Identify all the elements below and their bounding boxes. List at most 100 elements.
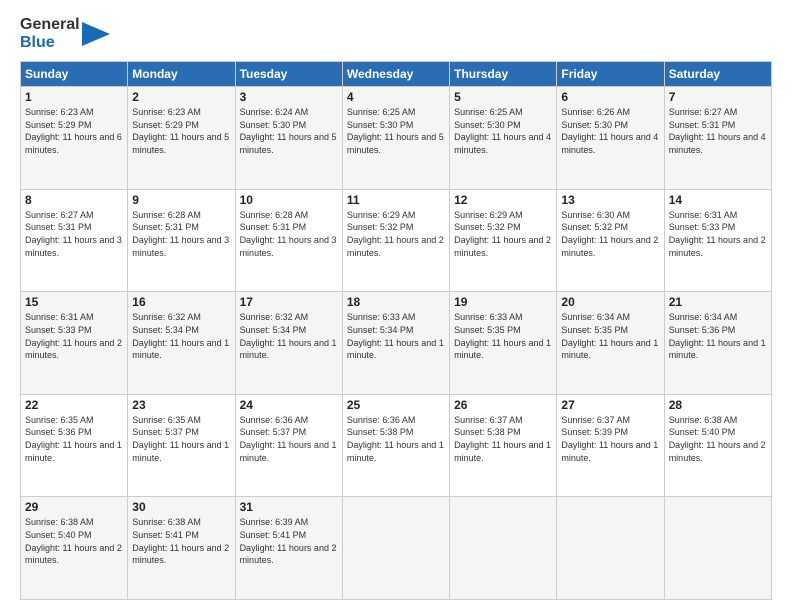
cell-content: Sunrise: 6:26 AM Sunset: 5:30 PM Dayligh… [561,106,659,156]
sunset-label: Sunset: 5:30 PM [240,120,307,130]
col-header-saturday: Saturday [664,62,771,87]
cell-content: Sunrise: 6:38 AM Sunset: 5:41 PM Dayligh… [132,516,230,566]
sunset-label: Sunset: 5:33 PM [669,222,736,232]
day-number: 11 [347,193,445,207]
cell-content: Sunrise: 6:32 AM Sunset: 5:34 PM Dayligh… [240,311,338,361]
calendar-cell: 1 Sunrise: 6:23 AM Sunset: 5:29 PM Dayli… [21,87,128,190]
day-number: 7 [669,90,767,104]
day-number: 14 [669,193,767,207]
header: General Blue [20,16,772,51]
sunset-label: Sunset: 5:36 PM [25,427,92,437]
day-number: 16 [132,295,230,309]
sunrise-label: Sunrise: 6:36 AM [240,415,309,425]
daylight-label: Daylight: 11 hours and 2 minutes. [25,338,122,361]
cell-content: Sunrise: 6:23 AM Sunset: 5:29 PM Dayligh… [25,106,123,156]
calendar-cell: 4 Sunrise: 6:25 AM Sunset: 5:30 PM Dayli… [342,87,449,190]
sunrise-label: Sunrise: 6:25 AM [347,107,416,117]
cell-content: Sunrise: 6:25 AM Sunset: 5:30 PM Dayligh… [347,106,445,156]
day-number: 22 [25,398,123,412]
sunrise-label: Sunrise: 6:32 AM [132,312,201,322]
sunset-label: Sunset: 5:29 PM [25,120,92,130]
sunrise-label: Sunrise: 6:33 AM [347,312,416,322]
day-number: 12 [454,193,552,207]
col-header-tuesday: Tuesday [235,62,342,87]
day-number: 3 [240,90,338,104]
sunrise-label: Sunrise: 6:28 AM [132,210,201,220]
calendar-cell: 21 Sunrise: 6:34 AM Sunset: 5:36 PM Dayl… [664,292,771,395]
daylight-label: Daylight: 11 hours and 4 minutes. [561,132,658,155]
sunrise-label: Sunrise: 6:37 AM [454,415,523,425]
day-number: 30 [132,500,230,514]
sunset-label: Sunset: 5:31 PM [669,120,736,130]
day-number: 31 [240,500,338,514]
col-header-monday: Monday [128,62,235,87]
calendar-cell: 14 Sunrise: 6:31 AM Sunset: 5:33 PM Dayl… [664,189,771,292]
daylight-label: Daylight: 11 hours and 2 minutes. [240,543,337,566]
sunrise-label: Sunrise: 6:31 AM [669,210,738,220]
sunrise-label: Sunrise: 6:39 AM [240,517,309,527]
sunset-label: Sunset: 5:31 PM [25,222,92,232]
cell-content: Sunrise: 6:32 AM Sunset: 5:34 PM Dayligh… [132,311,230,361]
sunrise-label: Sunrise: 6:35 AM [25,415,94,425]
daylight-label: Daylight: 11 hours and 2 minutes. [347,235,444,258]
calendar-cell: 24 Sunrise: 6:36 AM Sunset: 5:37 PM Dayl… [235,394,342,497]
daylight-label: Daylight: 11 hours and 5 minutes. [132,132,229,155]
sunset-label: Sunset: 5:38 PM [347,427,414,437]
cell-content: Sunrise: 6:31 AM Sunset: 5:33 PM Dayligh… [669,209,767,259]
calendar-week-row: 8 Sunrise: 6:27 AM Sunset: 5:31 PM Dayli… [21,189,772,292]
sunset-label: Sunset: 5:30 PM [561,120,628,130]
col-header-friday: Friday [557,62,664,87]
sunset-label: Sunset: 5:31 PM [240,222,307,232]
daylight-label: Daylight: 11 hours and 2 minutes. [132,543,229,566]
cell-content: Sunrise: 6:29 AM Sunset: 5:32 PM Dayligh… [454,209,552,259]
sunrise-label: Sunrise: 6:37 AM [561,415,630,425]
calendar-week-row: 22 Sunrise: 6:35 AM Sunset: 5:36 PM Dayl… [21,394,772,497]
daylight-label: Daylight: 11 hours and 1 minute. [347,440,444,463]
sunset-label: Sunset: 5:32 PM [347,222,414,232]
calendar-cell: 13 Sunrise: 6:30 AM Sunset: 5:32 PM Dayl… [557,189,664,292]
day-number: 10 [240,193,338,207]
page: General Blue SundayMondayTuesdayWednesda… [0,0,792,612]
cell-content: Sunrise: 6:39 AM Sunset: 5:41 PM Dayligh… [240,516,338,566]
day-number: 8 [25,193,123,207]
cell-content: Sunrise: 6:27 AM Sunset: 5:31 PM Dayligh… [25,209,123,259]
sunrise-label: Sunrise: 6:29 AM [454,210,523,220]
sunset-label: Sunset: 5:37 PM [132,427,199,437]
calendar-cell: 15 Sunrise: 6:31 AM Sunset: 5:33 PM Dayl… [21,292,128,395]
calendar-week-row: 29 Sunrise: 6:38 AM Sunset: 5:40 PM Dayl… [21,497,772,600]
calendar-cell [450,497,557,600]
calendar-cell: 28 Sunrise: 6:38 AM Sunset: 5:40 PM Dayl… [664,394,771,497]
day-number: 21 [669,295,767,309]
calendar-cell [342,497,449,600]
daylight-label: Daylight: 11 hours and 1 minute. [347,338,444,361]
daylight-label: Daylight: 11 hours and 5 minutes. [347,132,444,155]
day-number: 17 [240,295,338,309]
cell-content: Sunrise: 6:25 AM Sunset: 5:30 PM Dayligh… [454,106,552,156]
sunrise-label: Sunrise: 6:28 AM [240,210,309,220]
logo: General Blue [20,16,110,51]
cell-content: Sunrise: 6:28 AM Sunset: 5:31 PM Dayligh… [132,209,230,259]
sunset-label: Sunset: 5:34 PM [240,325,307,335]
cell-content: Sunrise: 6:29 AM Sunset: 5:32 PM Dayligh… [347,209,445,259]
calendar-cell: 20 Sunrise: 6:34 AM Sunset: 5:35 PM Dayl… [557,292,664,395]
daylight-label: Daylight: 11 hours and 1 minute. [240,338,337,361]
calendar-cell: 26 Sunrise: 6:37 AM Sunset: 5:38 PM Dayl… [450,394,557,497]
sunset-label: Sunset: 5:30 PM [454,120,521,130]
day-number: 18 [347,295,445,309]
calendar-cell: 9 Sunrise: 6:28 AM Sunset: 5:31 PM Dayli… [128,189,235,292]
daylight-label: Daylight: 11 hours and 2 minutes. [561,235,658,258]
calendar-cell: 17 Sunrise: 6:32 AM Sunset: 5:34 PM Dayl… [235,292,342,395]
logo-triangle-icon [82,18,110,50]
sunrise-label: Sunrise: 6:23 AM [132,107,201,117]
sunrise-label: Sunrise: 6:24 AM [240,107,309,117]
calendar-table: SundayMondayTuesdayWednesdayThursdayFrid… [20,61,772,600]
calendar-cell: 5 Sunrise: 6:25 AM Sunset: 5:30 PM Dayli… [450,87,557,190]
calendar-cell: 16 Sunrise: 6:32 AM Sunset: 5:34 PM Dayl… [128,292,235,395]
calendar-cell: 10 Sunrise: 6:28 AM Sunset: 5:31 PM Dayl… [235,189,342,292]
sunset-label: Sunset: 5:39 PM [561,427,628,437]
daylight-label: Daylight: 11 hours and 1 minute. [561,338,658,361]
calendar-cell: 22 Sunrise: 6:35 AM Sunset: 5:36 PM Dayl… [21,394,128,497]
col-header-sunday: Sunday [21,62,128,87]
calendar-cell: 18 Sunrise: 6:33 AM Sunset: 5:34 PM Dayl… [342,292,449,395]
day-number: 28 [669,398,767,412]
